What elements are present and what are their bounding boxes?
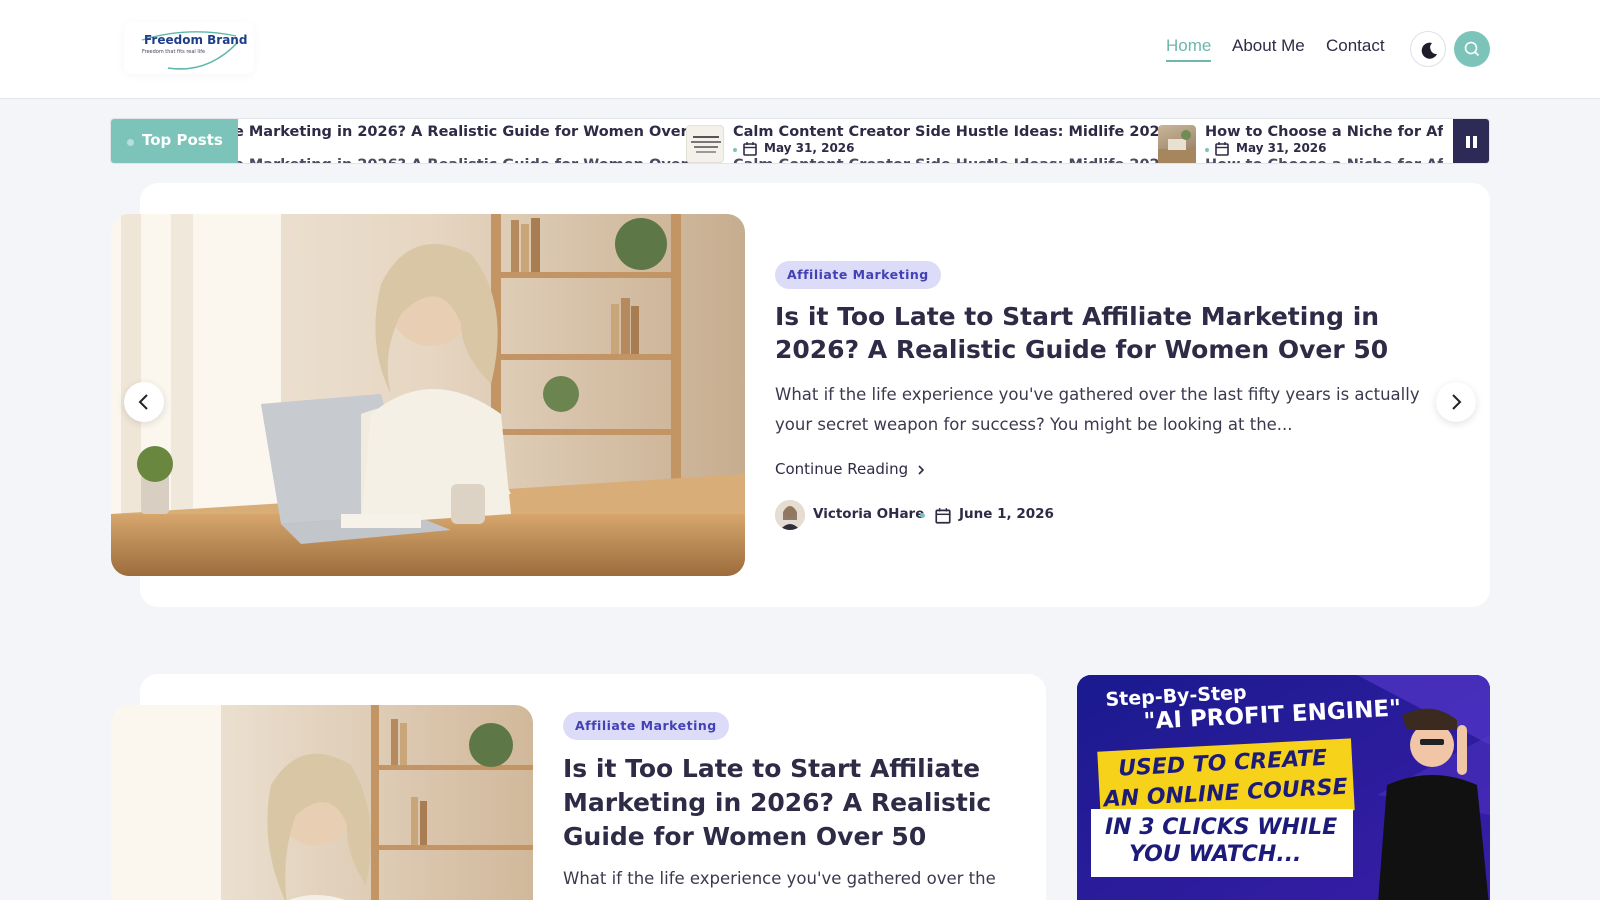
ticker-item[interactable]: Calm Content Creator Side Hustle Ideas: … <box>686 119 1170 163</box>
search-button[interactable] <box>1454 31 1490 67</box>
slider-next-button[interactable] <box>1436 382 1476 422</box>
nav-about-me[interactable]: About Me <box>1232 36 1305 56</box>
slider-prev-button[interactable] <box>124 382 164 422</box>
bullet <box>733 148 737 152</box>
ticker-item-thumbnail <box>1158 125 1196 163</box>
site-logo[interactable]: Freedom Brand Freedom that fits real lif… <box>124 22 254 74</box>
ticker-item-title[interactable]: e Marketing in 2026? A Realistic Guide f… <box>238 124 713 140</box>
continue-reading-link[interactable]: Continue Reading <box>775 460 927 478</box>
pause-icon <box>1466 136 1477 148</box>
ticker-item-title[interactable]: Calm Content Creator Side Hustle Ideas: … <box>733 124 1170 140</box>
top-posts-ticker: Top Posts e Marketing in 2026? A Realist… <box>110 118 1490 164</box>
site-header: Freedom Brand Freedom that fits real lif… <box>0 0 1600 99</box>
ad-line: USED TO CREATE <box>1117 745 1328 782</box>
ticker-item-date: May 31, 2026 <box>1236 141 1327 155</box>
sidebar-ad-banner[interactable]: Step-By-Step "AI PROFIT ENGINE" USED TO … <box>1077 675 1490 900</box>
moon-icon <box>1421 42 1437 59</box>
bullet <box>920 513 925 518</box>
ticker-item-title-overflow: Calm Content Creator Side Hustle Ideas: … <box>733 157 1170 163</box>
post-title[interactable]: Is it Too Late to Start Affiliate Market… <box>563 752 1033 854</box>
ticker-item[interactable]: e Marketing in 2026? A Realistic Guide f… <box>238 119 713 163</box>
post-excerpt: What if the life experience you've gathe… <box>563 869 996 888</box>
chevron-right-icon <box>1452 394 1462 410</box>
author-avatar[interactable] <box>775 500 805 530</box>
ad-line: YOU WATCH... <box>1129 842 1302 867</box>
calendar-icon <box>1215 142 1229 156</box>
author-name[interactable]: Victoria OHare <box>813 506 924 522</box>
chevron-right-icon <box>918 464 925 475</box>
featured-post-excerpt: What if the life experience you've gathe… <box>775 385 1420 434</box>
ticker-item[interactable]: How to Choose a Niche for Affili May 31,… <box>1158 119 1443 163</box>
bullet <box>1205 148 1209 152</box>
ad-line: IN 3 CLICKS WHILE <box>1105 815 1338 840</box>
nav-home[interactable]: Home <box>1166 36 1212 62</box>
calendar-icon <box>935 508 951 524</box>
ticker-item-thumbnail <box>686 125 724 163</box>
post-date: June 1, 2026 <box>959 506 1054 522</box>
ticker-item-title-overflow: e Marketing in 2026? A Realistic Guide f… <box>238 157 713 163</box>
calendar-icon <box>743 142 757 156</box>
category-badge[interactable]: Affiliate Marketing <box>775 261 941 289</box>
post-image[interactable] <box>111 705 533 900</box>
ticker-item-date: May 31, 2026 <box>764 141 855 155</box>
logo-tagline: Freedom that fits real life <box>142 49 206 55</box>
ticker-pause-button[interactable] <box>1453 119 1489 163</box>
dark-mode-toggle[interactable] <box>1410 31 1446 67</box>
category-badge[interactable]: Affiliate Marketing <box>563 712 729 740</box>
featured-post-image[interactable] <box>111 214 745 576</box>
ticker-item-title-overflow: How to Choose a Niche for Affili <box>1205 157 1443 163</box>
ticker-label: Top Posts <box>111 119 238 163</box>
ticker-item-title[interactable]: How to Choose a Niche for Affili <box>1205 124 1443 140</box>
live-dot-icon <box>127 139 134 146</box>
search-icon <box>1464 41 1480 57</box>
logo-name: Freedom Brand <box>144 33 248 47</box>
chevron-left-icon <box>138 394 148 410</box>
ad-white-box: IN 3 CLICKS WHILE YOU WATCH... <box>1091 809 1353 877</box>
ticker-track: e Marketing in 2026? A Realistic Guide f… <box>238 119 1443 163</box>
featured-post-title[interactable]: Is it Too Late to Start Affiliate Market… <box>775 300 1435 366</box>
nav-contact[interactable]: Contact <box>1326 36 1385 56</box>
